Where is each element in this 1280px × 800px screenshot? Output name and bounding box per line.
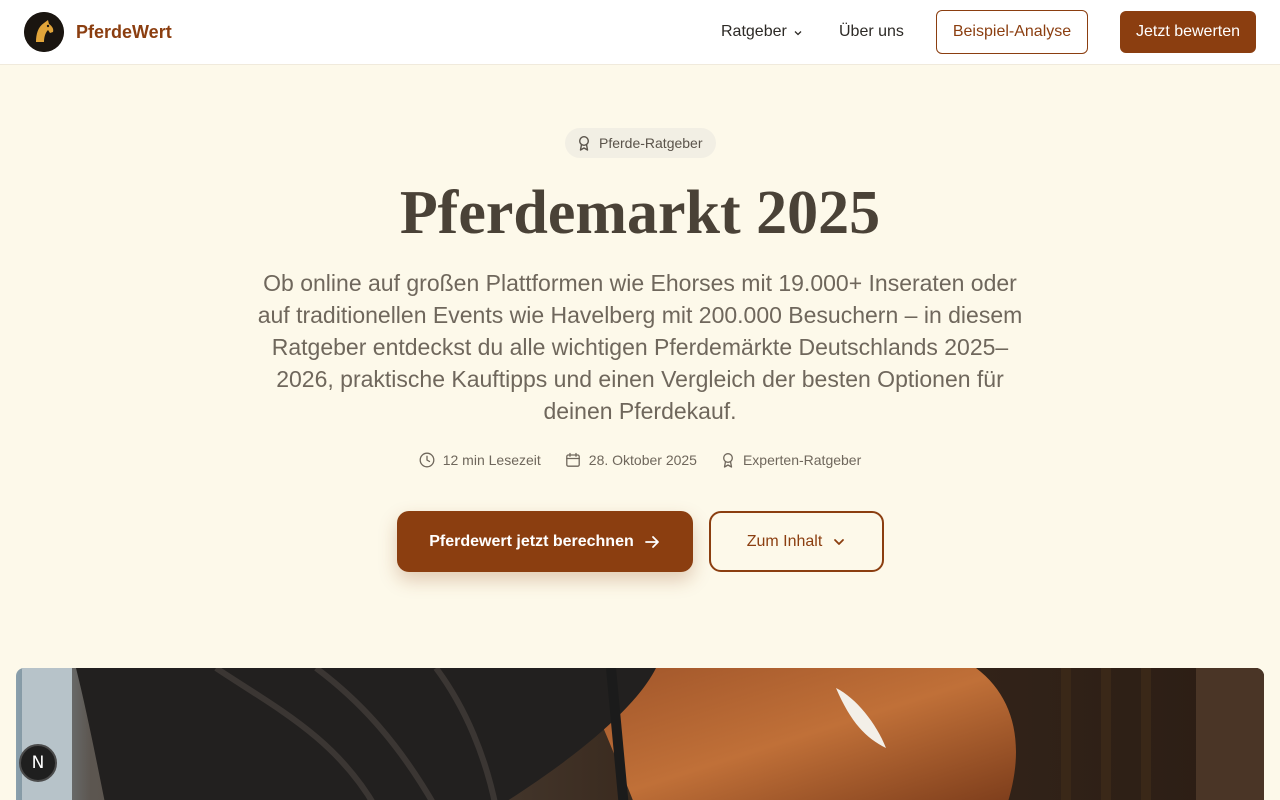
clock-icon [419,452,435,468]
example-analysis-button[interactable]: Beispiel-Analyse [936,10,1088,54]
chevron-down-icon [834,538,845,545]
award-icon [578,135,590,151]
site-header: PferdeWert Ratgeber Über uns Beispiel-An… [0,0,1280,65]
to-content-label: Zum Inhalt [746,532,823,550]
calculate-button-label: Pferdewert jetzt berechnen [429,532,634,550]
calendar-icon [565,452,580,467]
article-type: Experten-Ratgeber [721,450,861,470]
to-content-button[interactable]: Zum Inhalt [709,511,884,572]
category-badge-label: Pferde-Ratgeber [599,135,703,151]
floating-n-badge[interactable]: N [19,744,57,782]
article-meta: 12 min Lesezeit 28. Oktober 2025 Experte… [0,450,1280,470]
calculate-horse-value-button[interactable]: Pferdewert jetzt berechnen [397,511,693,572]
horse-logo-icon[interactable] [24,12,64,52]
nav-ratgeber-label: Ratgeber [721,23,787,40]
award-icon [723,453,733,468]
publish-date-label: 28. Oktober 2025 [588,452,697,468]
nav-ratgeber-dropdown[interactable]: Ratgeber [721,20,803,44]
nav-ueber-uns[interactable]: Über uns [839,20,904,44]
category-badge: Pferde-Ratgeber [565,128,716,158]
chevron-down-icon [794,30,802,35]
brand-name[interactable]: PferdeWert [76,20,172,44]
read-time: 12 min Lesezeit [419,450,541,470]
arrow-right-icon [644,535,659,548]
publish-date: 28. Oktober 2025 [565,450,697,470]
read-time-label: 12 min Lesezeit [442,452,541,468]
hero-lead-text: Ob online auf großen Plattformen wie Eho… [257,270,1023,424]
hero-horse-image [16,668,1264,800]
page-title: Pferdemarkt 2025 [399,179,881,247]
evaluate-now-button[interactable]: Jetzt bewerten [1120,11,1256,53]
article-type-label: Experten-Ratgeber [742,452,862,468]
